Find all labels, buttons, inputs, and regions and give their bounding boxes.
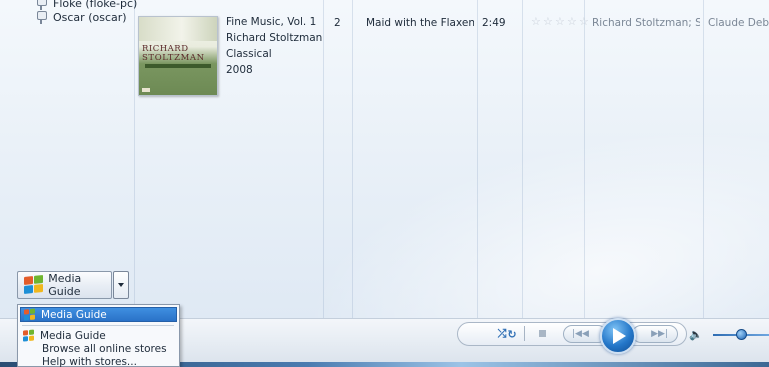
media-guide-button[interactable]: Media Guide: [17, 271, 112, 299]
nav-item-label: Oscar (oscar): [53, 11, 127, 24]
repeat-button[interactable]: ↻: [505, 325, 519, 343]
network-library-icon: [36, 0, 47, 10]
column-divider: [584, 0, 585, 318]
album-art[interactable]: RICHARD STOLTZMAN: [138, 16, 218, 96]
volume-slider-thumb[interactable]: [736, 329, 747, 340]
menu-item-label: Media Guide: [41, 308, 107, 321]
control-separator: [524, 326, 525, 341]
media-guide-label: Media Guide: [48, 272, 82, 298]
windows-logo-icon: [24, 308, 36, 321]
album-art-band: [139, 17, 217, 41]
column-divider: [522, 0, 523, 318]
nav-item-oscar[interactable]: Oscar (oscar): [36, 11, 127, 24]
network-library-icon: [36, 11, 47, 24]
star-empty-icon[interactable]: ☆: [531, 16, 542, 27]
speaker-icon: 🔈: [689, 327, 703, 341]
album-genre[interactable]: Classical: [226, 48, 272, 60]
previous-icon: |◀◀: [572, 329, 589, 339]
star-empty-icon[interactable]: ☆: [579, 16, 590, 27]
track-number[interactable]: 2: [334, 17, 341, 29]
contributing-artist[interactable]: Richard Stoltzman; Slov...: [592, 17, 700, 29]
chevron-down-icon: [118, 283, 124, 287]
repeat-icon: ↻: [507, 327, 517, 341]
menu-item-label: Help with stores...: [42, 355, 137, 367]
play-button[interactable]: [600, 318, 636, 354]
rating-stars[interactable]: ☆ ☆ ☆ ☆ ☆: [531, 16, 590, 27]
menu-item-media-guide-selected[interactable]: Media Guide: [20, 307, 177, 322]
next-button[interactable]: ▶▶|: [632, 325, 678, 343]
windows-logo-icon: [23, 329, 35, 342]
media-guide-menu: Media Guide Media Guide Browse all onlin…: [17, 304, 180, 367]
star-empty-icon[interactable]: ☆: [543, 16, 554, 27]
nav-item-floke[interactable]: Floke (floke-pc): [36, 0, 137, 10]
mute-button[interactable]: 🔈: [688, 327, 704, 341]
nav-item-label: Floke (floke-pc): [53, 0, 138, 10]
column-divider: [134, 0, 135, 318]
album-art-stripe: [145, 64, 211, 68]
column-divider: [703, 0, 704, 318]
next-icon: ▶▶|: [651, 329, 668, 339]
media-player-window: Floke (floke-pc) Oscar (oscar) RICHARD S…: [0, 0, 769, 367]
album-art-badge: [142, 88, 150, 92]
column-divider: [477, 0, 478, 318]
menu-item-label: Media Guide: [40, 329, 106, 342]
stop-button[interactable]: [536, 327, 548, 339]
composer[interactable]: Claude Debus: [708, 17, 769, 29]
windows-logo-icon: [24, 274, 43, 295]
album-year[interactable]: 2008: [226, 64, 253, 76]
column-divider: [352, 0, 353, 318]
media-guide-dropdown-button[interactable]: [113, 271, 129, 299]
track-title[interactable]: Maid with the Flaxen Hair: [366, 17, 474, 29]
album-artist[interactable]: Richard Stoltzman: [226, 32, 322, 44]
album-title[interactable]: Fine Music, Vol. 1: [226, 16, 316, 28]
menu-item-help-stores[interactable]: Help with stores...: [20, 354, 177, 367]
menu-separator: [22, 325, 174, 326]
play-icon: [613, 328, 626, 344]
album-art-text: STOLTZMAN: [142, 53, 205, 63]
stop-icon: [538, 329, 546, 337]
star-empty-icon[interactable]: ☆: [555, 16, 566, 27]
track-length[interactable]: 2:49: [482, 17, 506, 29]
star-empty-icon[interactable]: ☆: [567, 16, 578, 27]
column-divider: [323, 0, 324, 318]
menu-item-label: Browse all online stores: [42, 342, 167, 355]
